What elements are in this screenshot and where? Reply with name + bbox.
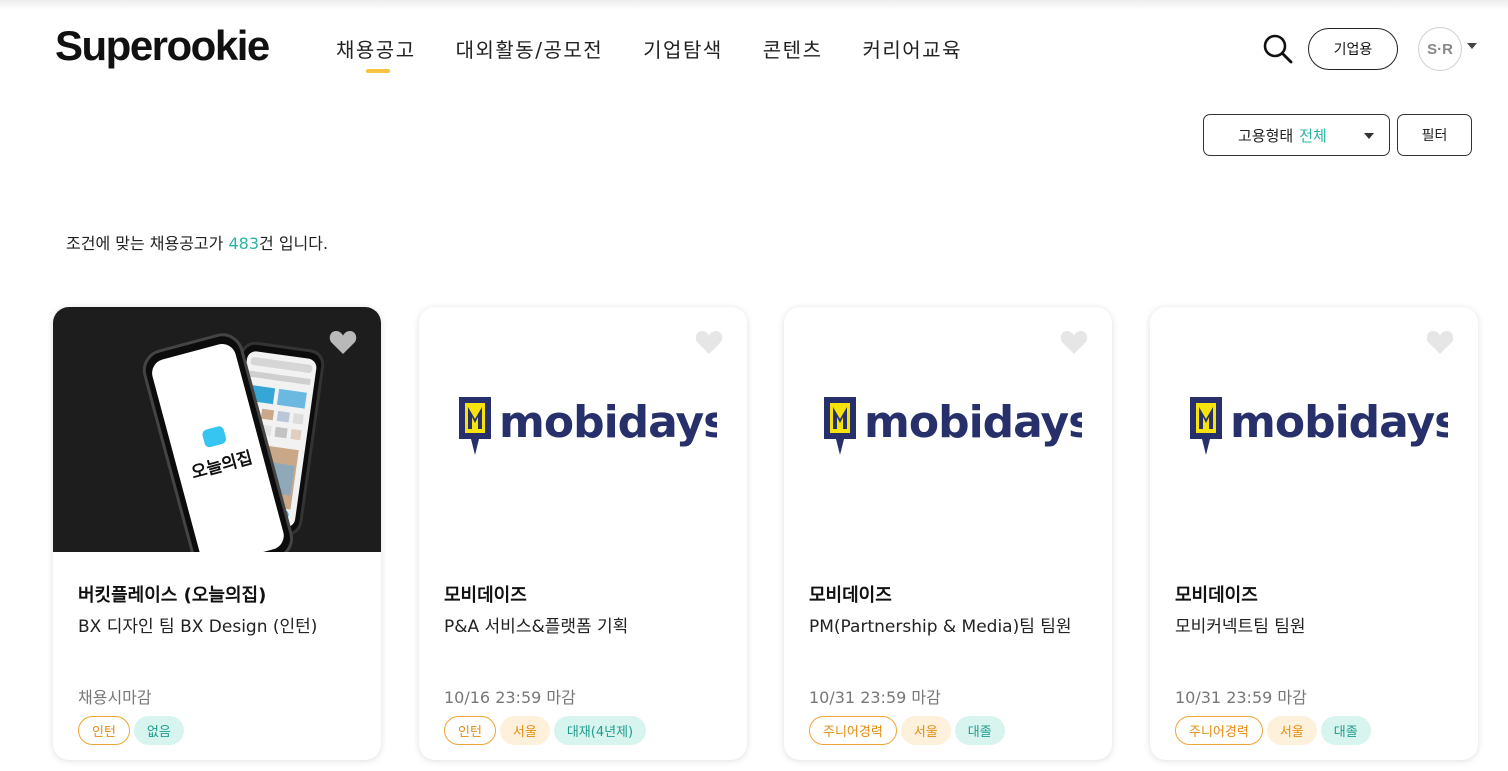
company-name: 버킷플레이스 (오늘의집) bbox=[78, 585, 267, 606]
tag-list: 인턴 없음 bbox=[78, 716, 188, 745]
chevron-down-icon bbox=[1364, 133, 1374, 139]
position-title: P&A 서비스&플랫폼 기획 bbox=[444, 617, 629, 637]
mobidays-logo: mobidays bbox=[459, 397, 717, 455]
superookie-logo[interactable]: Superookie bbox=[55, 22, 270, 70]
job-card[interactable]: mobidays 모비데이즈 모비커넥트팀 팀원 10/31 23:59 마감 … bbox=[1150, 307, 1478, 760]
tag-location: 서울 bbox=[900, 716, 951, 745]
ohou-app-phones-image: 오늘의집 bbox=[53, 307, 381, 552]
job-card[interactable]: mobidays 모비데이즈 P&A 서비스&플랫폼 기획 10/16 23:5… bbox=[419, 307, 747, 760]
mobidays-logo: mobidays bbox=[1190, 397, 1448, 455]
mobidays-logo-image: mobidays bbox=[784, 307, 1112, 552]
tag-employment-type: 주니어경력 bbox=[1175, 716, 1263, 745]
tag-list: 주니어경력 서울 대졸 bbox=[809, 716, 1009, 745]
mobidays-logo: mobidays bbox=[824, 397, 1082, 455]
employment-type-value: 전체 bbox=[1299, 126, 1327, 145]
result-suffix: 건 입니다. bbox=[259, 234, 329, 253]
company-name: 모비데이즈 bbox=[809, 585, 892, 606]
nav-item-career-edu[interactable]: 커리어교육 bbox=[862, 34, 962, 63]
job-card[interactable]: 오늘의집 버킷플레이스 (오늘의집) BX 디자인 팀 BX Design (인… bbox=[53, 307, 381, 760]
employment-type-dropdown[interactable]: 고용형태 전체 bbox=[1203, 114, 1390, 156]
mobidays-wordmark: mobidays bbox=[1230, 397, 1448, 448]
heart-icon[interactable] bbox=[1060, 329, 1088, 355]
tag-location: 서울 bbox=[1266, 716, 1317, 745]
tag-list: 인턴 서울 대재(4년제) bbox=[444, 716, 650, 745]
tag-education: 대졸 bbox=[954, 716, 1005, 745]
deadline-text: 채용시마감 bbox=[78, 688, 152, 707]
tag-employment-type: 인턴 bbox=[78, 716, 130, 745]
tag-location: 서울 bbox=[499, 716, 550, 745]
result-count-text: 조건에 맞는 채용공고가 483건 입니다. bbox=[66, 230, 328, 254]
main-nav: 채용공고 대외활동/공모전 기업탐색 콘텐츠 커리어교육 bbox=[336, 34, 1002, 73]
nav-item-companies[interactable]: 기업탐색 bbox=[643, 34, 723, 63]
avatar[interactable]: S·R bbox=[1418, 27, 1462, 71]
employment-type-label: 고용형태 bbox=[1238, 126, 1294, 145]
position-title: 모비커넥트팀 팀원 bbox=[1175, 617, 1306, 637]
nav-item-contents[interactable]: 콘텐츠 bbox=[763, 34, 823, 63]
mobidays-logo-image: mobidays bbox=[419, 307, 747, 552]
search-icon[interactable] bbox=[1262, 33, 1294, 65]
heart-icon[interactable] bbox=[695, 329, 723, 355]
tag-employment-type: 인턴 bbox=[444, 716, 496, 745]
position-title: BX 디자인 팀 BX Design (인턴) bbox=[78, 617, 318, 637]
header-shadow bbox=[0, 0, 1508, 10]
heart-icon[interactable] bbox=[1426, 329, 1454, 355]
mobidays-logo-image: mobidays bbox=[1150, 307, 1478, 552]
tag-employment-type: 주니어경력 bbox=[809, 716, 897, 745]
nav-item-activities[interactable]: 대외활동/공모전 bbox=[456, 34, 604, 63]
deadline-text: 10/31 23:59 마감 bbox=[1175, 688, 1307, 707]
result-count: 483 bbox=[228, 234, 260, 253]
business-button[interactable]: 기업용 bbox=[1308, 28, 1398, 70]
deadline-text: 10/31 23:59 마감 bbox=[809, 688, 941, 707]
position-title: PM(Partnership & Media)팀 팀원 bbox=[809, 617, 1072, 637]
tag-education: 없음 bbox=[133, 716, 184, 745]
mobidays-wordmark: mobidays bbox=[499, 397, 717, 448]
filter-button[interactable]: 필터 bbox=[1397, 114, 1472, 156]
deadline-text: 10/16 23:59 마감 bbox=[444, 688, 576, 707]
company-name: 모비데이즈 bbox=[444, 585, 527, 606]
tag-education: 대졸 bbox=[1320, 716, 1371, 745]
heart-icon[interactable] bbox=[329, 329, 357, 355]
chevron-down-icon[interactable] bbox=[1467, 43, 1477, 49]
company-name: 모비데이즈 bbox=[1175, 585, 1258, 606]
mobidays-wordmark: mobidays bbox=[864, 397, 1082, 448]
tag-list: 주니어경력 서울 대졸 bbox=[1175, 716, 1375, 745]
nav-item-jobs[interactable]: 채용공고 bbox=[336, 34, 416, 73]
job-card[interactable]: mobidays 모비데이즈 PM(Partnership & Media)팀 … bbox=[784, 307, 1112, 760]
tag-education: 대재(4년제) bbox=[553, 716, 647, 745]
result-prefix: 조건에 맞는 채용공고가 bbox=[66, 234, 229, 253]
